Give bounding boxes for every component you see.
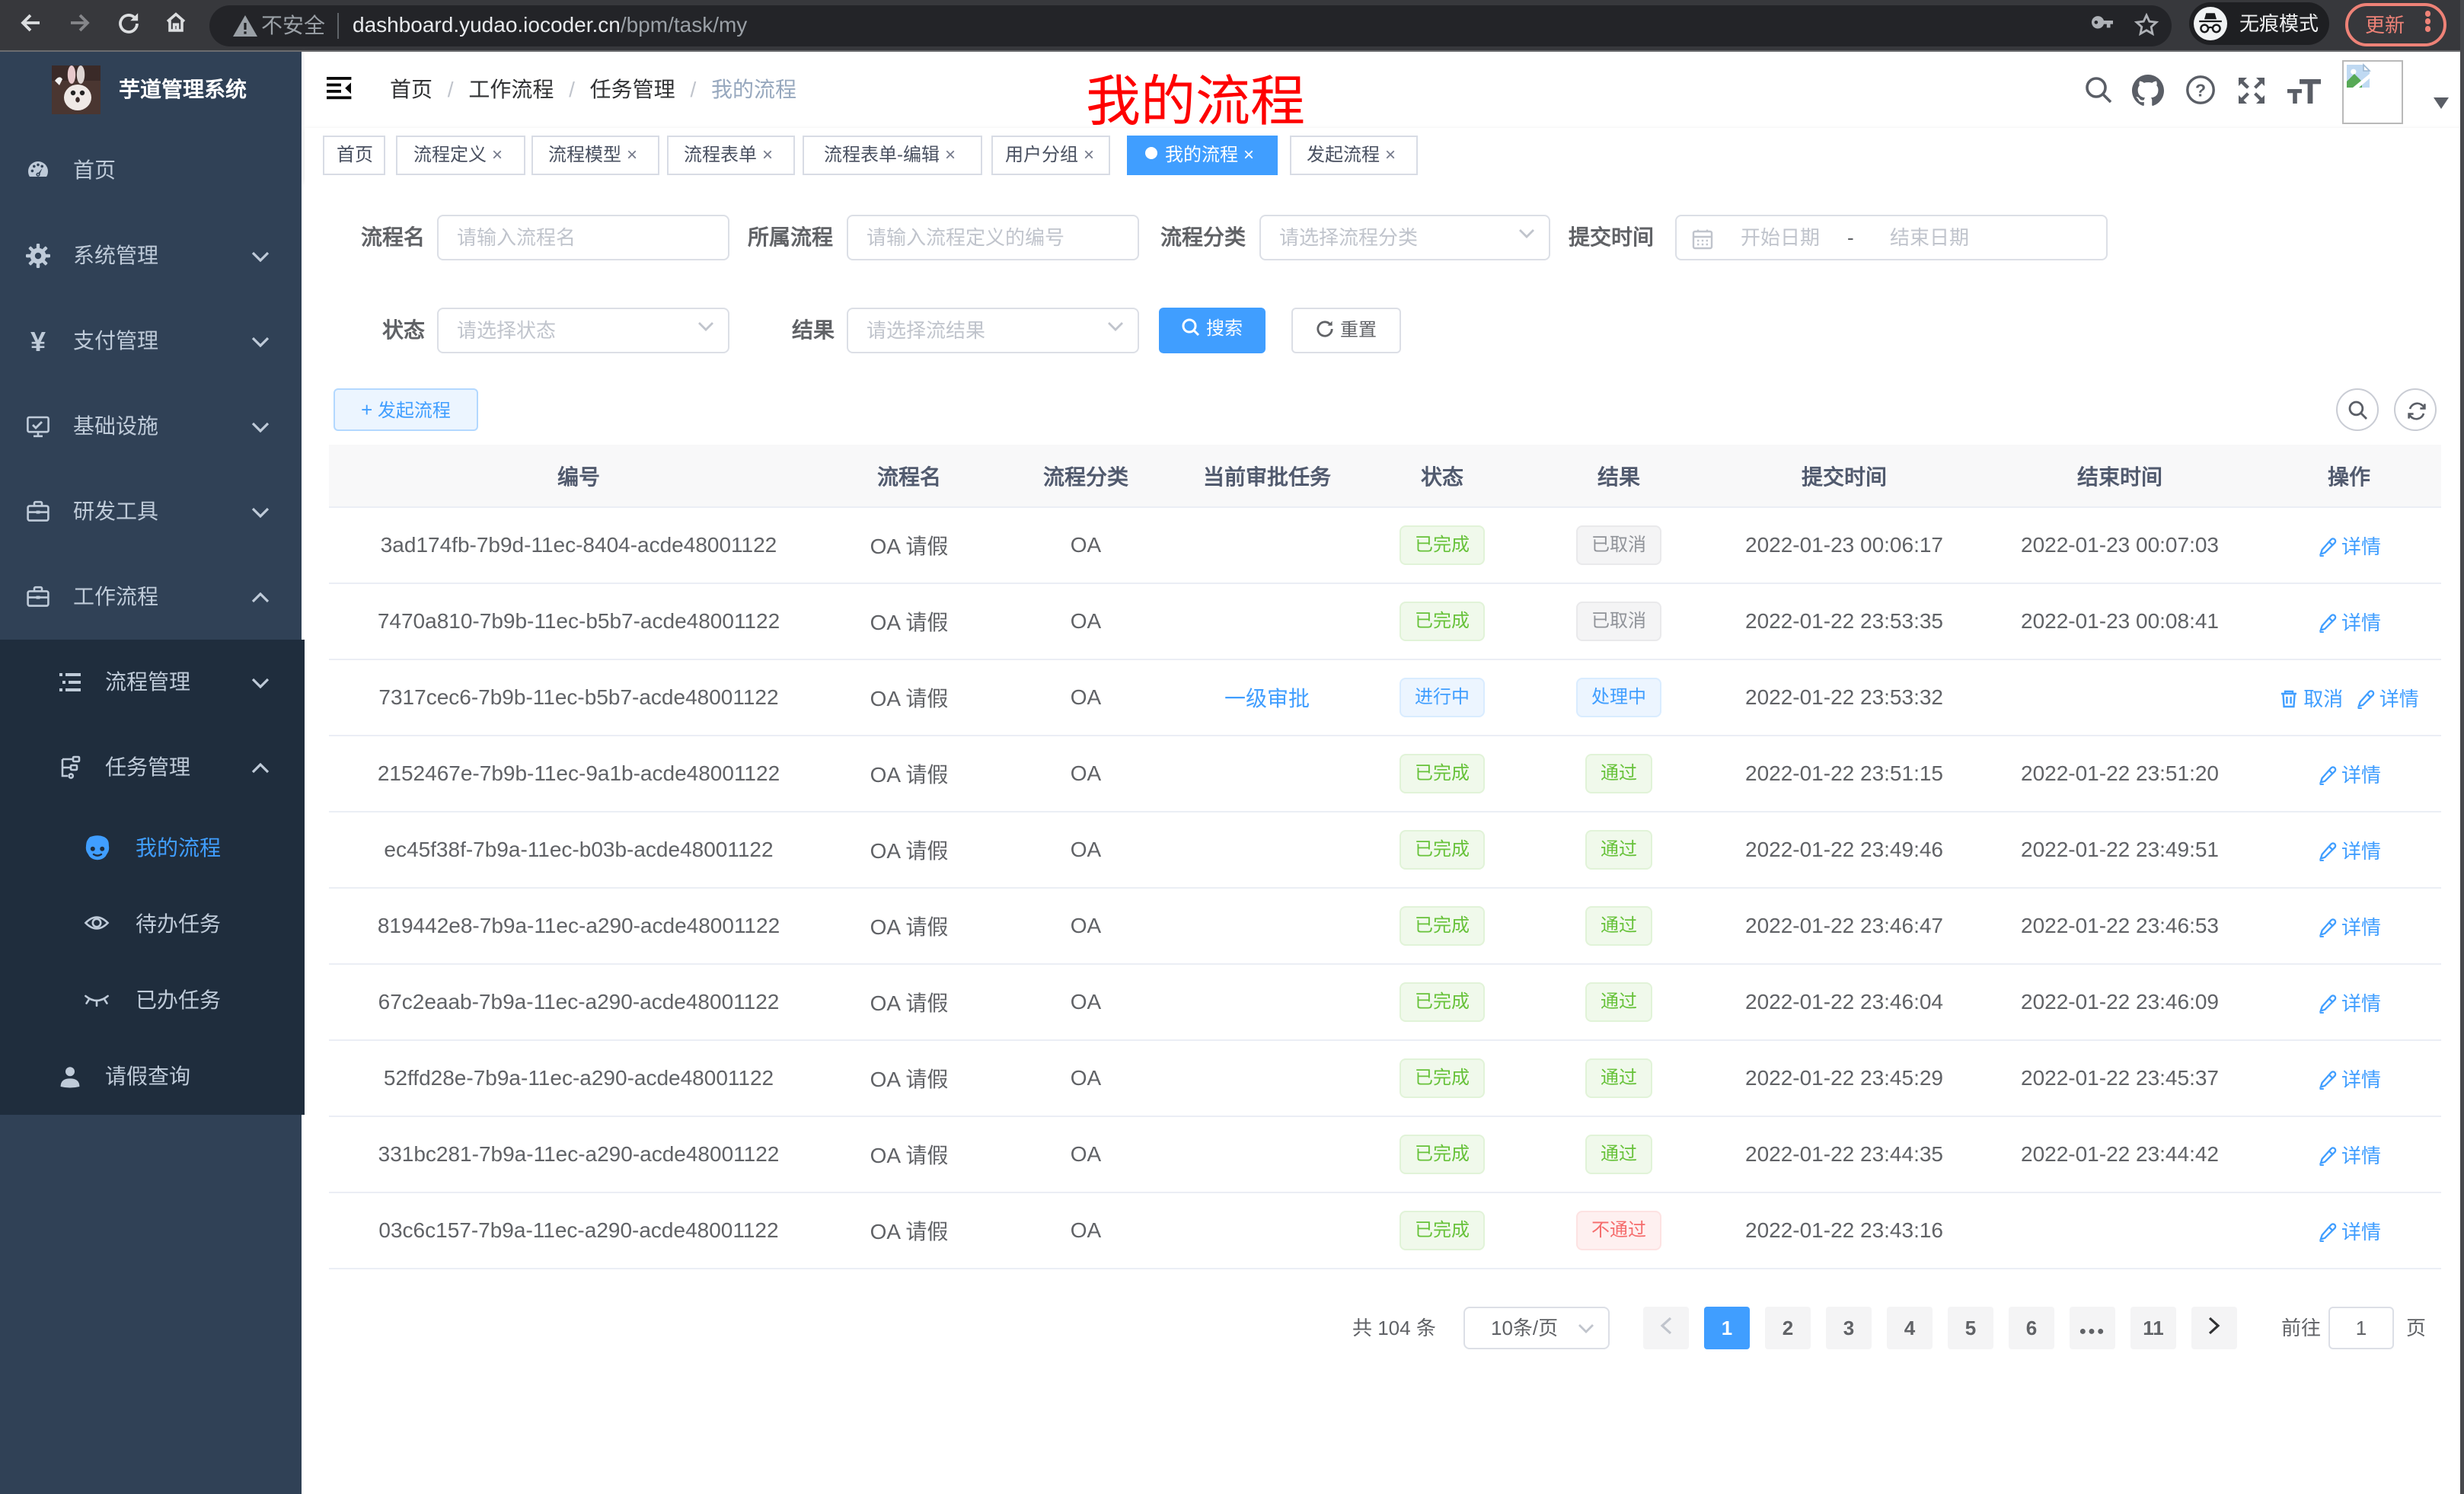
svg-text:?: ? [2195, 80, 2206, 100]
svg-text:¥: ¥ [30, 329, 46, 353]
